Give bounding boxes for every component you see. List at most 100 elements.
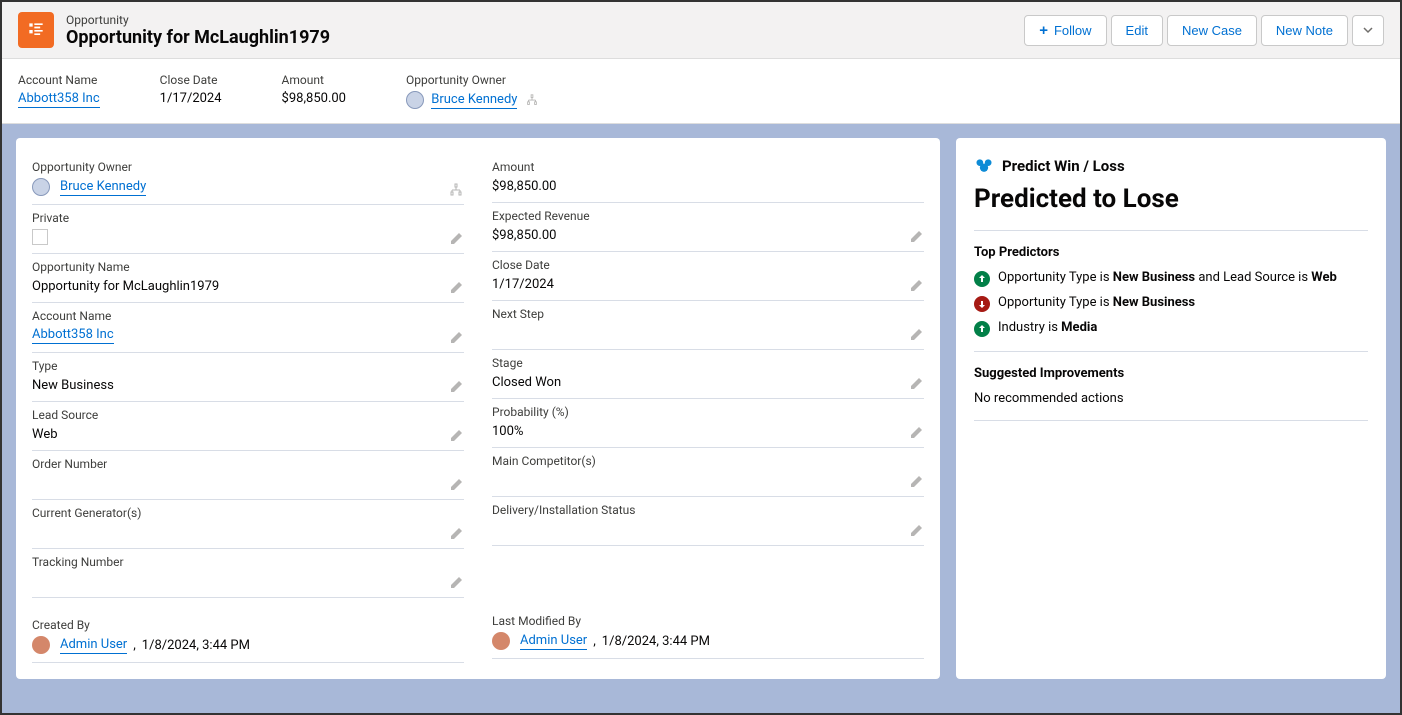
field-type-label: Type xyxy=(32,359,464,373)
field-stage: Stage Closed Won xyxy=(492,350,924,399)
edit-icon[interactable] xyxy=(908,376,924,392)
prediction-panel: Predict Win / Loss Predicted to Lose Top… xyxy=(956,138,1386,679)
field-private: Private xyxy=(32,205,464,254)
header-actions: + Follow Edit New Case New Note xyxy=(1024,15,1384,46)
edit-icon[interactable] xyxy=(448,526,464,542)
field-created-by-label: Created By xyxy=(32,618,464,632)
edit-icon[interactable] xyxy=(908,327,924,343)
field-tracking-number: Tracking Number xyxy=(32,549,464,598)
predictor-text: Opportunity Type is New Business xyxy=(998,295,1195,310)
hierarchy-icon[interactable] xyxy=(525,93,539,107)
field-last-modified-label: Last Modified By xyxy=(492,614,924,628)
field-amount-label: Amount xyxy=(492,160,924,174)
summary-account-label: Account Name xyxy=(18,73,100,87)
field-tracking-number-value xyxy=(32,573,464,589)
summary-owner-label: Opportunity Owner xyxy=(406,73,539,87)
predictor-text: Industry is Media xyxy=(998,320,1097,335)
prediction-header: Predict Win / Loss xyxy=(974,156,1368,176)
avatar-icon xyxy=(32,636,50,654)
edit-label: Edit xyxy=(1126,23,1148,38)
summary-owner-link[interactable]: Bruce Kennedy xyxy=(431,92,517,109)
field-type: Type New Business xyxy=(32,353,464,402)
edit-icon[interactable] xyxy=(448,428,464,444)
new-case-button[interactable]: New Case xyxy=(1167,15,1257,46)
field-created-by: Created By Admin User, 1/8/2024, 3:44 PM xyxy=(32,612,464,663)
field-probability-label: Probability (%) xyxy=(492,405,924,419)
field-next-step-label: Next Step xyxy=(492,307,924,321)
field-expected-revenue-label: Expected Revenue xyxy=(492,209,924,223)
last-modified-user-link[interactable]: Admin User xyxy=(520,633,587,650)
field-type-value: New Business xyxy=(32,377,464,393)
edit-icon[interactable] xyxy=(448,477,464,493)
edit-icon[interactable] xyxy=(448,231,464,247)
edit-icon[interactable] xyxy=(448,379,464,395)
more-actions-button[interactable] xyxy=(1352,15,1384,46)
field-name-label: Opportunity Name xyxy=(32,260,464,274)
edit-icon[interactable] xyxy=(908,425,924,441)
summary-account-link[interactable]: Abbott358 Inc xyxy=(18,91,100,108)
private-checkbox[interactable] xyxy=(32,229,48,245)
field-main-competitors-label: Main Competitor(s) xyxy=(492,454,924,468)
plus-icon: + xyxy=(1039,22,1048,39)
hierarchy-icon[interactable] xyxy=(448,182,464,198)
edit-icon[interactable] xyxy=(908,474,924,490)
follow-label: Follow xyxy=(1054,23,1092,38)
field-probability-value: 100% xyxy=(492,423,924,439)
field-private-label: Private xyxy=(32,211,464,225)
field-owner-link[interactable]: Bruce Kennedy xyxy=(60,179,146,196)
edit-icon[interactable] xyxy=(908,229,924,245)
avatar-icon xyxy=(406,91,424,109)
field-current-generators-label: Current Generator(s) xyxy=(32,506,464,520)
edit-icon[interactable] xyxy=(908,523,924,539)
edit-icon[interactable] xyxy=(448,575,464,591)
divider xyxy=(974,230,1368,231)
field-close-date-label: Close Date xyxy=(492,258,924,272)
field-delivery-status: Delivery/Installation Status xyxy=(492,497,924,546)
edit-button[interactable]: Edit xyxy=(1111,15,1163,46)
prediction-result: Predicted to Lose xyxy=(974,184,1368,214)
field-amount-value: $98,850.00 xyxy=(492,178,924,194)
field-delivery-status-label: Delivery/Installation Status xyxy=(492,503,924,517)
summary-bar: Account Name Abbott358 Inc Close Date 1/… xyxy=(2,59,1400,124)
arrow-up-icon xyxy=(974,271,990,287)
details-left-column: Opportunity Owner Bruce Kennedy Private … xyxy=(32,154,464,663)
chevron-down-icon xyxy=(1363,25,1373,35)
page-header: Opportunity Opportunity for McLaughlin19… xyxy=(2,2,1400,59)
opportunity-icon xyxy=(18,12,54,48)
summary-close-date-value: 1/17/2024 xyxy=(160,91,222,106)
field-close-date-value: 1/17/2024 xyxy=(492,276,924,292)
suggested-improvements-msg: No recommended actions xyxy=(974,391,1368,406)
summary-account: Account Name Abbott358 Inc xyxy=(18,73,100,109)
edit-icon[interactable] xyxy=(908,278,924,294)
divider xyxy=(974,351,1368,352)
field-next-step: Next Step xyxy=(492,301,924,350)
avatar-icon xyxy=(32,178,50,196)
field-account-link[interactable]: Abbott358 Inc xyxy=(32,327,114,344)
field-delivery-status-value xyxy=(492,521,924,537)
edit-icon[interactable] xyxy=(448,280,464,296)
field-account-name: Account Name Abbott358 Inc xyxy=(32,303,464,353)
field-lead-source: Lead Source Web xyxy=(32,402,464,451)
field-lead-source-label: Lead Source xyxy=(32,408,464,422)
predictor-row: Opportunity Type is New Business xyxy=(974,295,1368,312)
arrow-up-icon xyxy=(974,321,990,337)
field-expected-revenue-value: $98,850.00 xyxy=(492,227,924,243)
field-main-competitors-value xyxy=(492,472,924,488)
last-modified-date: 1/8/2024, 3:44 PM xyxy=(602,634,710,649)
einstein-icon xyxy=(974,156,994,176)
field-lead-source-value: Web xyxy=(32,426,464,442)
created-by-user-link[interactable]: Admin User xyxy=(60,637,127,654)
summary-close-date: Close Date 1/17/2024 xyxy=(160,73,222,109)
field-name-value: Opportunity for McLaughlin1979 xyxy=(32,278,464,294)
follow-button[interactable]: + Follow xyxy=(1024,15,1106,46)
header-text: Opportunity Opportunity for McLaughlin19… xyxy=(66,13,1024,48)
field-next-step-value xyxy=(492,325,924,341)
edit-icon[interactable] xyxy=(448,330,464,346)
divider xyxy=(974,420,1368,421)
field-current-generators-value xyxy=(32,524,464,540)
avatar-icon xyxy=(492,632,510,650)
page-title: Opportunity for McLaughlin1979 xyxy=(66,27,1024,48)
new-note-label: New Note xyxy=(1276,23,1333,38)
details-right-column: Amount $98,850.00 Expected Revenue $98,8… xyxy=(492,154,924,663)
new-note-button[interactable]: New Note xyxy=(1261,15,1348,46)
